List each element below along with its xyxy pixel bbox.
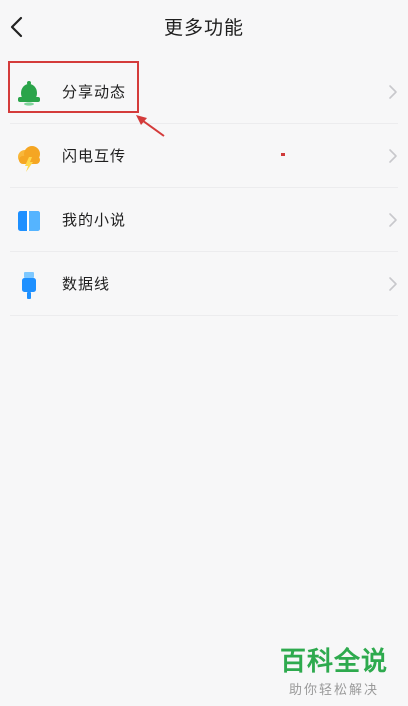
page-title: 更多功能 <box>163 17 244 39</box>
menu-item-data-cable[interactable]: 数据线 <box>0 252 408 316</box>
menu-item-label: 闪电互传 <box>62 147 127 165</box>
book-icon <box>18 211 40 231</box>
menu-item-label: 我的小说 <box>62 211 127 229</box>
header-bar: 更多功能 <box>0 0 408 58</box>
chevron-right-icon <box>389 85 397 99</box>
menu-item-label: 分享动态 <box>62 83 127 101</box>
divider <box>10 315 398 316</box>
chevron-right-icon <box>389 277 397 291</box>
menu-item-my-novels[interactable]: 我的小说 <box>0 188 408 252</box>
usb-cable-icon <box>22 272 36 299</box>
annotation-dot <box>281 153 285 156</box>
watermark: 百科全说 助你轻松解决 <box>274 647 394 698</box>
menu-item-share-moments[interactable]: 分享动态 <box>0 60 408 124</box>
chevron-right-icon <box>389 213 397 227</box>
chevron-right-icon <box>389 149 397 163</box>
bell-icon <box>18 81 40 106</box>
feature-list: 分享动态 闪电互传 我的小说 数据线 <box>0 60 408 316</box>
watermark-title: 百科全说 <box>279 647 388 677</box>
menu-item-flash-transfer[interactable]: 闪电互传 <box>0 124 408 188</box>
lightning-cloud-icon <box>18 146 40 172</box>
watermark-subtitle: 助你轻松解决 <box>288 683 379 698</box>
menu-item-label: 数据线 <box>62 275 111 293</box>
